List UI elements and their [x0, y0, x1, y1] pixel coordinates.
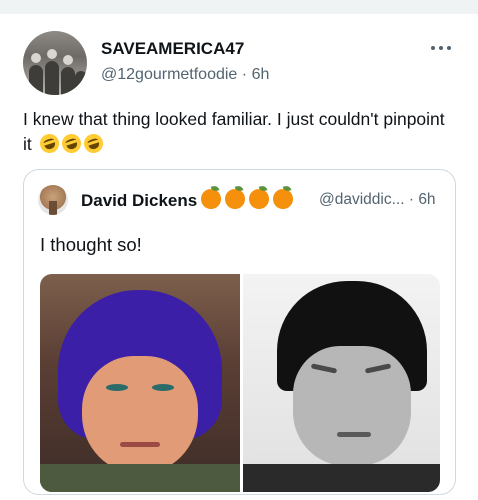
- user-handle[interactable]: @12gourmetfoodie: [101, 66, 237, 83]
- quoted-tweet-time[interactable]: 6h: [418, 191, 435, 208]
- top-divider: [0, 0, 478, 14]
- separator-dot: ·: [408, 191, 419, 208]
- rolling-laughing-emoji-icon: [81, 131, 106, 156]
- tweet-text: I knew that thing looked familiar. I jus…: [23, 107, 453, 157]
- more-options-button[interactable]: [428, 40, 454, 56]
- media-photo-left[interactable]: [40, 274, 240, 492]
- quoted-tweet-text: I thought so!: [40, 234, 142, 255]
- tangerine-emoji-icon: [249, 189, 270, 209]
- user-avatar[interactable]: [23, 31, 87, 95]
- rolling-laughing-emoji-icon: [37, 131, 62, 156]
- more-dot-icon: [447, 46, 451, 50]
- quoted-handle-line: @daviddic... · 6h: [319, 191, 436, 209]
- more-dot-icon: [439, 46, 443, 50]
- quoted-user-avatar[interactable]: [38, 185, 68, 215]
- rolling-laughing-emoji-icon: [59, 131, 84, 156]
- tweet-time[interactable]: 6h: [252, 66, 270, 83]
- more-dot-icon: [431, 46, 435, 50]
- quoted-media-grid: [40, 274, 440, 492]
- display-name[interactable]: SAVEAMERICA47: [101, 39, 244, 59]
- media-photo-right[interactable]: [243, 274, 440, 492]
- tangerine-emoji-icon: [225, 189, 246, 209]
- quoted-tweet-card[interactable]: David Dickens @daviddic... · 6h I though…: [23, 169, 456, 495]
- quoted-display-name-text: David Dickens: [81, 191, 198, 210]
- tweet[interactable]: SAVEAMERICA47 @12gourmetfoodie · 6h I kn…: [0, 14, 478, 500]
- quoted-display-name[interactable]: David Dickens: [81, 189, 294, 211]
- handle-line: @12gourmetfoodie · 6h: [101, 66, 269, 84]
- tangerine-emoji-icon: [201, 189, 222, 209]
- tangerine-emoji-icon: [273, 189, 294, 209]
- separator-dot: ·: [241, 66, 248, 83]
- quoted-user-handle[interactable]: @daviddic...: [319, 191, 405, 208]
